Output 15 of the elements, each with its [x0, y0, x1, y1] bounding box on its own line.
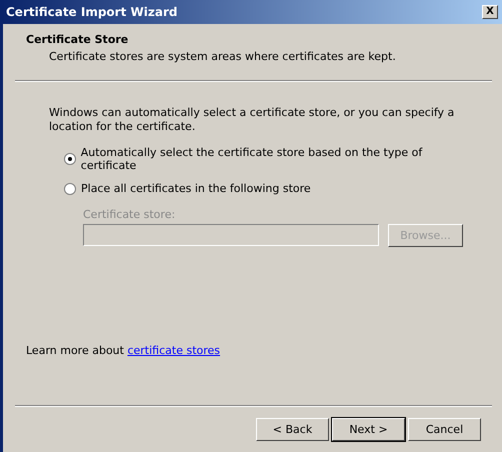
- radio-label[interactable]: Place all certificates in the following store: [81, 182, 311, 195]
- wizard-button[interactable]: Next >: [332, 418, 405, 441]
- wizard-button[interactable]: Cancel: [408, 418, 481, 441]
- wizard-button[interactable]: < Back: [256, 418, 329, 441]
- section-title: Certificate Store: [26, 33, 130, 46]
- close-button[interactable]: X: [482, 5, 498, 19]
- certificate-stores-link[interactable]: certificate stores: [127, 344, 220, 357]
- learn-more-text: Learn more about: [26, 344, 125, 357]
- radio-label[interactable]: Automatically select the certificate store based on the type of certificate: [80, 146, 472, 172]
- field-label: Certificate store:: [83, 208, 176, 221]
- section-subtitle: Certificate stores are system areas where certificates are kept.: [49, 50, 397, 63]
- window-title: Certificate Import Wizard: [6, 5, 178, 19]
- intro-text: Windows can automatically select a certificate store, or you can specify a location for the certificate.: [49, 106, 456, 134]
- radio-button[interactable]: [64, 182, 76, 194]
- radio-button[interactable]: [64, 153, 76, 165]
